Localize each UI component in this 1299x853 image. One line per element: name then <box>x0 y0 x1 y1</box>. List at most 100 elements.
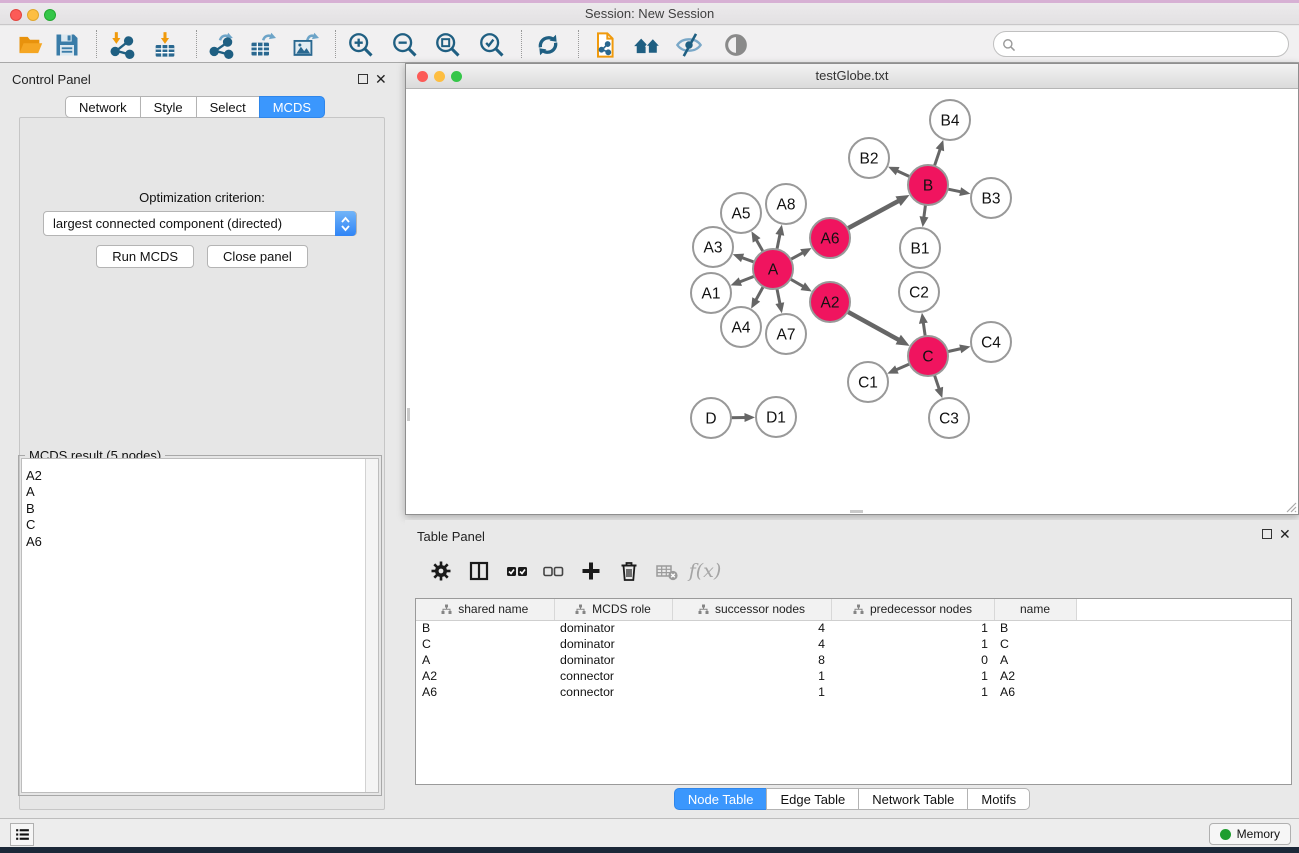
save-session-button[interactable] <box>50 29 84 60</box>
tab-node-table[interactable]: Node Table <box>674 788 768 810</box>
table-cell[interactable]: 8 <box>672 652 831 668</box>
toggle-graphics-details-button[interactable] <box>719 29 753 60</box>
task-history-button[interactable] <box>10 823 34 846</box>
table-cell[interactable]: A <box>416 652 554 668</box>
graph-node-C1[interactable]: C1 <box>848 362 888 402</box>
zoom-selected-button[interactable] <box>475 29 509 60</box>
refresh-view-button[interactable] <box>531 29 565 60</box>
table-cell[interactable]: B <box>994 620 1076 636</box>
graph-node-C3[interactable]: C3 <box>929 398 969 438</box>
resize-grip-icon[interactable] <box>1283 499 1297 513</box>
import-network-button[interactable] <box>104 29 138 60</box>
tab-motifs[interactable]: Motifs <box>967 788 1030 810</box>
unselect-all-columns-button[interactable] <box>537 556 569 586</box>
table-cell[interactable]: C <box>416 636 554 652</box>
function-builder-button[interactable]: f(x) <box>689 556 721 586</box>
graph-node-C4[interactable]: C4 <box>971 322 1011 362</box>
table-cell[interactable]: A6 <box>416 684 554 700</box>
table-row[interactable]: A2connector11A2 <box>416 668 1291 684</box>
column-header-mcds-role[interactable]: MCDS role <box>554 599 672 620</box>
float-panel-icon[interactable] <box>358 74 368 84</box>
delete-column-button[interactable] <box>613 556 645 586</box>
graph-node-C2[interactable]: C2 <box>899 272 939 312</box>
import-table-button[interactable] <box>148 29 182 60</box>
graph-node-B1[interactable]: B1 <box>900 228 940 268</box>
table-cell[interactable]: 1 <box>831 684 994 700</box>
export-table-button[interactable] <box>245 29 279 60</box>
table-row[interactable]: Cdominator41C <box>416 636 1291 652</box>
network-canvas[interactable]: AA1A2A3A4A5A6A7A8BB1B2B3B4CC1C2C3C4DD1 <box>406 89 1298 514</box>
criterion-select[interactable]: largest connected component (directed) <box>43 211 357 236</box>
table-cell[interactable]: 4 <box>672 636 831 652</box>
column-header-successor-nodes[interactable]: successor nodes <box>672 599 831 620</box>
table-cell[interactable]: 4 <box>672 620 831 636</box>
tab-network[interactable]: Network <box>65 96 141 118</box>
table-cell[interactable]: 1 <box>831 636 994 652</box>
column-header-name[interactable]: name <box>994 599 1076 620</box>
table-cell[interactable]: A2 <box>416 668 554 684</box>
node-table[interactable]: shared nameMCDS rolesuccessor nodesprede… <box>415 598 1292 785</box>
graph-node-A5[interactable]: A5 <box>721 193 761 233</box>
tab-style[interactable]: Style <box>140 96 197 118</box>
table-cell[interactable]: connector <box>554 668 672 684</box>
table-cell[interactable]: 0 <box>831 652 994 668</box>
close-panel-icon[interactable]: ✕ <box>375 73 387 85</box>
graph-node-A8[interactable]: A8 <box>766 184 806 224</box>
memory-button[interactable]: Memory <box>1209 823 1291 845</box>
zoom-out-button[interactable] <box>388 29 422 60</box>
table-cell[interactable]: C <box>994 636 1076 652</box>
delete-table-button[interactable] <box>651 556 683 586</box>
table-cell[interactable]: 1 <box>831 620 994 636</box>
table-cell[interactable]: 1 <box>672 668 831 684</box>
search-input[interactable] <box>1020 33 1280 55</box>
tab-mcds[interactable]: MCDS <box>259 96 325 118</box>
add-column-button[interactable] <box>575 556 607 586</box>
hide-panels-button[interactable] <box>672 29 706 60</box>
tab-edge-table[interactable]: Edge Table <box>766 788 859 810</box>
graph-node-B3[interactable]: B3 <box>971 178 1011 218</box>
result-item-a[interactable]: A <box>22 484 378 500</box>
close-panel-button[interactable]: Close panel <box>207 245 308 268</box>
result-item-b[interactable]: B <box>22 501 378 517</box>
run-mcds-button[interactable]: Run MCDS <box>96 245 194 268</box>
graph-node-A6[interactable]: A6 <box>810 218 850 258</box>
graph-node-A2[interactable]: A2 <box>810 282 850 322</box>
split-handle-bottom[interactable] <box>850 510 863 513</box>
search-field[interactable] <box>993 31 1289 57</box>
mcds-result-list[interactable]: A2ABCA6 <box>21 458 379 793</box>
graph-node-A3[interactable]: A3 <box>693 227 733 267</box>
column-header-predecessor-nodes[interactable]: predecessor nodes <box>831 599 994 620</box>
table-row[interactable]: A6connector11A6 <box>416 684 1291 700</box>
open-session-button[interactable] <box>13 29 47 60</box>
table-row[interactable]: Bdominator41B <box>416 620 1291 636</box>
close-table-panel-icon[interactable]: ✕ <box>1279 528 1291 540</box>
table-cell[interactable]: A2 <box>994 668 1076 684</box>
table-cell[interactable]: dominator <box>554 636 672 652</box>
table-cell[interactable]: B <box>416 620 554 636</box>
result-item-c[interactable]: C <box>22 517 378 533</box>
graph-node-C[interactable]: C <box>908 336 948 376</box>
zoom-fit-button[interactable] <box>431 29 465 60</box>
select-all-columns-button[interactable] <box>501 556 533 586</box>
graph-node-A[interactable]: A <box>753 249 793 289</box>
result-item-a2[interactable]: A2 <box>22 468 378 484</box>
tab-select[interactable]: Select <box>196 96 260 118</box>
graph-node-B2[interactable]: B2 <box>849 138 889 178</box>
result-list-scrollbar[interactable] <box>365 459 378 792</box>
table-cell[interactable]: 1 <box>672 684 831 700</box>
tab-network-table[interactable]: Network Table <box>858 788 968 810</box>
table-cell[interactable]: dominator <box>554 652 672 668</box>
table-row[interactable]: Adominator80A <box>416 652 1291 668</box>
export-image-button[interactable] <box>288 29 322 60</box>
float-table-panel-icon[interactable] <box>1262 529 1272 539</box>
result-item-a6[interactable]: A6 <box>22 534 378 550</box>
table-cell[interactable]: connector <box>554 684 672 700</box>
export-network-button[interactable] <box>203 29 237 60</box>
table-cell[interactable]: A6 <box>994 684 1076 700</box>
table-cell[interactable]: A <box>994 652 1076 668</box>
split-handle-left[interactable] <box>407 408 410 421</box>
table-settings-button[interactable] <box>425 556 457 586</box>
zoom-in-button[interactable] <box>344 29 378 60</box>
graph-node-D[interactable]: D <box>691 398 731 438</box>
column-header-shared-name[interactable]: shared name <box>416 599 554 620</box>
